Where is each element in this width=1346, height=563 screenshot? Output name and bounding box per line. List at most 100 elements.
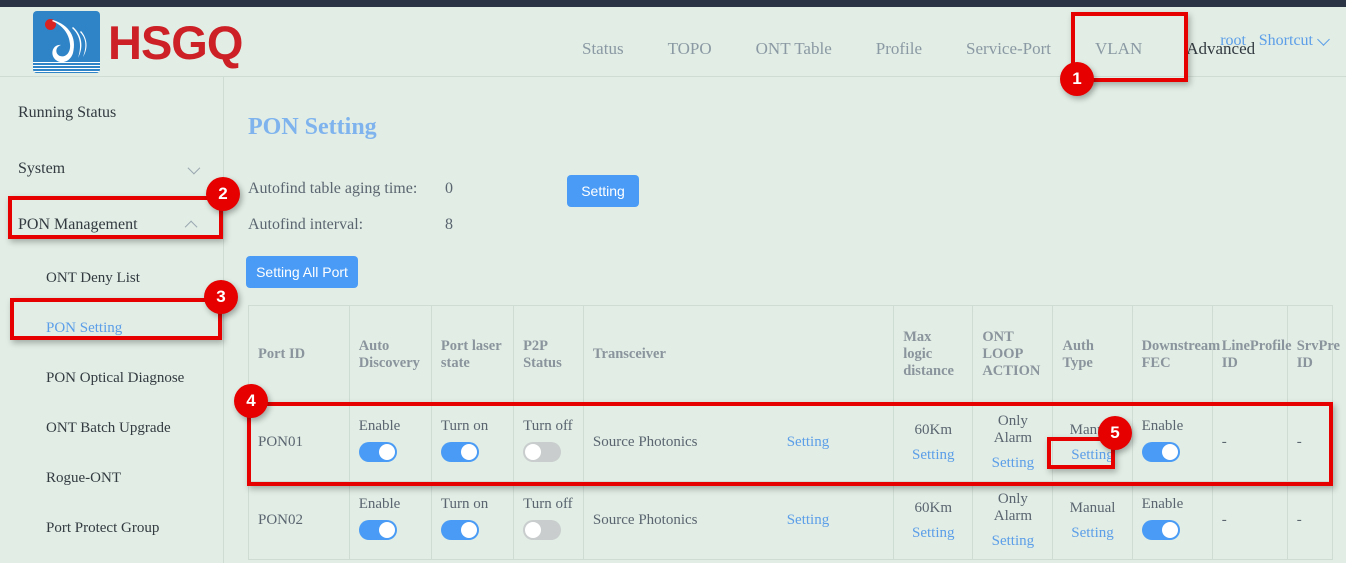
- max-logic-distance-setting-link[interactable]: Setting: [903, 525, 963, 542]
- cell-port-laser-state: Turn on: [431, 482, 513, 560]
- autofind-aging-time-label: Autofind table aging time:: [248, 180, 417, 198]
- downstream-fec-toggle[interactable]: [1142, 442, 1180, 462]
- cell-transceiver: Source Photonics Setting: [583, 404, 893, 482]
- sidebar-item-system[interactable]: System: [0, 141, 223, 197]
- annotation-badge-2: 2: [206, 177, 240, 211]
- col-max-logic-distance: Max logic distance: [894, 306, 973, 404]
- page-title: PON Setting: [248, 114, 377, 141]
- port-laser-state-label: Turn on: [441, 496, 504, 513]
- downstream-fec-toggle[interactable]: [1142, 520, 1180, 540]
- cell-srv-pre-id: -: [1287, 404, 1332, 482]
- sidebar-item-running-status[interactable]: Running Status: [0, 85, 223, 141]
- setting-button[interactable]: Setting: [567, 175, 639, 207]
- p2p-status-toggle[interactable]: [523, 520, 561, 540]
- setting-all-port-button[interactable]: Setting All Port: [246, 256, 358, 288]
- col-ont-loop-action: ONT LOOP ACTION: [973, 306, 1053, 404]
- cell-auth-type: Manual Setting: [1053, 482, 1132, 560]
- cell-max-logic-distance: 60Km Setting: [894, 404, 973, 482]
- port-laser-state-toggle[interactable]: [441, 442, 479, 462]
- top-accent-bar: [0, 0, 1346, 7]
- max-logic-distance-value: 60Km: [915, 422, 953, 438]
- sidebar-item-label: PON Optical Diagnose: [46, 370, 184, 387]
- table-row[interactable]: PON02 Enable Turn on Turn off: [249, 482, 1333, 560]
- sidebar-item-pon-optical-diagnose[interactable]: PON Optical Diagnose: [0, 353, 223, 403]
- p2p-status-toggle[interactable]: [523, 442, 561, 462]
- page-header: HSGQ Status TOPO ONT Table Profile Servi…: [0, 7, 1346, 77]
- transceiver-setting-link[interactable]: Setting: [787, 512, 830, 529]
- annotation-badge-3: 3: [204, 280, 238, 314]
- sidebar-item-ont-batch-upgrade[interactable]: ONT Batch Upgrade: [0, 403, 223, 453]
- downstream-fec-label: Enable: [1142, 496, 1203, 513]
- cell-ont-loop-action: Only Alarm Setting: [973, 482, 1053, 560]
- cell-max-logic-distance: 60Km Setting: [894, 482, 973, 560]
- auto-discovery-label: Enable: [359, 496, 422, 513]
- col-auth-type: Auth Type: [1053, 306, 1132, 404]
- cell-port-id: PON01: [249, 404, 350, 482]
- col-p2p-status: P2P Status: [514, 306, 584, 404]
- sidebar-item-ont-deny-list[interactable]: ONT Deny List: [0, 253, 223, 303]
- auto-discovery-label: Enable: [359, 418, 422, 435]
- app-root: HSGQ Status TOPO ONT Table Profile Servi…: [0, 0, 1346, 563]
- autofind-interval-label: Autofind interval:: [248, 216, 363, 234]
- port-laser-state-toggle[interactable]: [441, 520, 479, 540]
- annotation-badge-1: 1: [1060, 62, 1094, 96]
- cell-transceiver: Source Photonics Setting: [583, 482, 893, 560]
- nav-item-topo[interactable]: TOPO: [646, 14, 734, 83]
- col-srv-pre-id: SrvPre ID: [1287, 306, 1332, 404]
- main-navigation: Status TOPO ONT Table Profile Service-Po…: [560, 14, 1277, 83]
- p2p-status-label: Turn off: [523, 496, 574, 513]
- shortcut-menu[interactable]: Shortcut: [1259, 32, 1328, 50]
- nav-item-status[interactable]: Status: [560, 14, 646, 83]
- auto-discovery-toggle[interactable]: [359, 442, 397, 462]
- pon-settings-table: Port ID Auto Discovery Port laser state …: [248, 305, 1333, 560]
- auth-type-setting-link[interactable]: Setting: [1062, 525, 1122, 542]
- autofind-aging-time-value: 0: [445, 180, 453, 198]
- auto-discovery-toggle[interactable]: [359, 520, 397, 540]
- cell-port-laser-state: Turn on: [431, 404, 513, 482]
- sidebar: Running Status System PON Management ONT…: [0, 77, 224, 563]
- nav-item-profile[interactable]: Profile: [854, 14, 944, 83]
- port-laser-state-label: Turn on: [441, 418, 504, 435]
- cell-downstream-fec: Enable: [1132, 482, 1212, 560]
- ont-loop-action-value: Only Alarm: [994, 491, 1032, 524]
- transceiver-setting-link[interactable]: Setting: [787, 434, 830, 451]
- ont-loop-action-setting-link[interactable]: Setting: [982, 455, 1043, 472]
- table-row[interactable]: PON01 Enable Turn on Turn off: [249, 404, 1333, 482]
- main-content: PON Setting Autofind table aging time: 0…: [225, 77, 1346, 563]
- cell-downstream-fec: Enable: [1132, 404, 1212, 482]
- sidebar-item-label: PON Setting: [46, 320, 122, 337]
- chevron-down-icon: [188, 161, 201, 174]
- cell-auto-discovery: Enable: [349, 404, 431, 482]
- autofind-interval-value: 8: [445, 216, 453, 234]
- cell-port-id: PON02: [249, 482, 350, 560]
- col-downstream-fec: Downstream FEC: [1132, 306, 1212, 404]
- table-header-row: Port ID Auto Discovery Port laser state …: [249, 306, 1333, 404]
- sidebar-item-label: System: [18, 160, 65, 178]
- downstream-fec-label: Enable: [1142, 418, 1203, 435]
- sidebar-item-pon-setting[interactable]: PON Setting: [0, 303, 223, 353]
- ont-loop-action-setting-link[interactable]: Setting: [982, 533, 1043, 550]
- user-menu[interactable]: root: [1220, 32, 1246, 50]
- nav-item-ont-table[interactable]: ONT Table: [734, 14, 854, 83]
- transceiver-value: Source Photonics: [593, 512, 698, 529]
- sidebar-item-label: PON Management: [18, 216, 138, 234]
- max-logic-distance-setting-link[interactable]: Setting: [903, 447, 963, 464]
- cell-line-profile-id: -: [1212, 482, 1287, 560]
- sidebar-item-pon-management[interactable]: PON Management: [0, 197, 223, 253]
- nav-item-service-port[interactable]: Service-Port: [944, 14, 1073, 83]
- annotation-badge-5: 5: [1098, 416, 1132, 450]
- sidebar-item-rogue-ont[interactable]: Rogue-ONT: [0, 453, 223, 503]
- logo-stripes-icon: [33, 62, 100, 73]
- max-logic-distance-value: 60Km: [915, 500, 953, 516]
- brand-logo[interactable]: HSGQ: [33, 11, 242, 73]
- p2p-status-label: Turn off: [523, 418, 574, 435]
- sidebar-item-label: Rogue-ONT: [46, 470, 121, 487]
- hsgq-logo-icon: [33, 11, 100, 73]
- chevron-down-icon: [1317, 33, 1330, 46]
- auth-type-value: Manual: [1070, 500, 1116, 516]
- sidebar-item-port-protect-group[interactable]: Port Protect Group: [0, 503, 223, 553]
- col-line-profile-id: LineProfile ID: [1212, 306, 1287, 404]
- sidebar-item-label: ONT Batch Upgrade: [46, 420, 171, 437]
- cell-srv-pre-id: -: [1287, 482, 1332, 560]
- annotation-badge-4: 4: [234, 384, 268, 418]
